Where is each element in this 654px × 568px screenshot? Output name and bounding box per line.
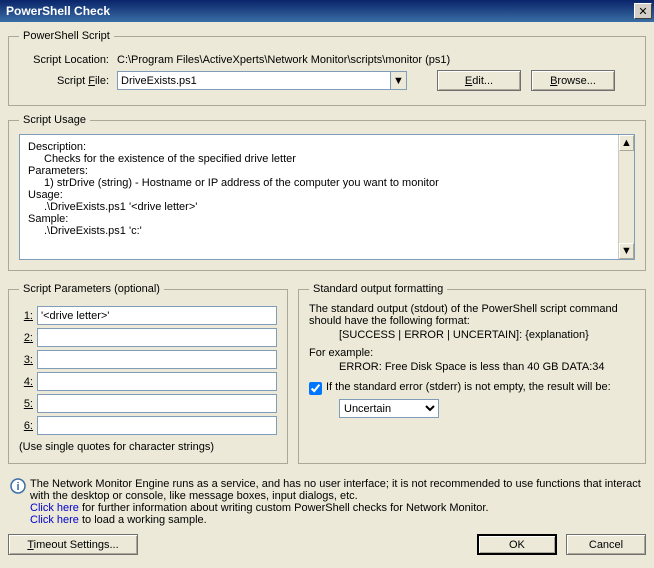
ok-button[interactable]: OK [477, 534, 557, 555]
edit-button[interactable]: Edit... [437, 70, 521, 91]
vertical-scrollbar[interactable]: ▲ ▼ [618, 135, 634, 259]
chevron-down-icon: ▼ [621, 245, 632, 257]
param-3-input[interactable] [37, 350, 277, 369]
param-1-input[interactable] [37, 306, 277, 325]
param-2-input[interactable] [37, 328, 277, 347]
sample-text: .\DriveExists.ps1 'c:' [28, 225, 626, 237]
info-text-3: to load a working sample. [79, 514, 207, 526]
param-6-label: 6: [19, 420, 37, 432]
params-hint: (Use single quotes for character strings… [19, 441, 277, 453]
description-label: Description: [28, 141, 626, 153]
group-legend: Script Usage [19, 114, 90, 126]
stderr-result-select[interactable]: Uncertain [339, 399, 439, 418]
chevron-up-icon: ▲ [621, 137, 632, 149]
window-title: PowerShell Check [6, 4, 110, 18]
close-button[interactable]: ✕ [634, 3, 652, 19]
browse-button[interactable]: Browse... [531, 70, 615, 91]
script-location-label: Script Location: [19, 54, 117, 66]
param-1-label: 1: [19, 310, 37, 322]
svg-text:i: i [16, 481, 19, 493]
stderr-checkbox[interactable] [309, 382, 322, 395]
stdout-example-label: For example: [309, 347, 635, 359]
info-icon: i [10, 478, 30, 497]
info-text-2: for further information about writing cu… [79, 502, 489, 514]
sample-label: Sample: [28, 213, 626, 225]
script-file-input[interactable] [117, 71, 390, 90]
powershell-script-group: PowerShell Script Script Location: C:\Pr… [8, 30, 646, 106]
stdout-format: [SUCCESS | ERROR | UNCERTAIN]: {explanat… [309, 329, 635, 341]
stdout-example: ERROR: Free Disk Space is less than 40 G… [309, 361, 635, 373]
cancel-button[interactable]: Cancel [566, 534, 646, 555]
info-link-1[interactable]: Click here [30, 502, 79, 514]
script-usage-group: Script Usage Description: Checks for the… [8, 114, 646, 271]
script-file-label: Script File: [19, 75, 117, 87]
scroll-down-button[interactable]: ▼ [619, 243, 634, 259]
info-link-2[interactable]: Click here [30, 514, 79, 526]
group-legend: PowerShell Script [19, 30, 114, 42]
group-legend: Script Parameters (optional) [19, 283, 164, 295]
param-4-input[interactable] [37, 372, 277, 391]
group-legend: Standard output formatting [309, 283, 447, 295]
info-section: i The Network Monitor Engine runs as a s… [8, 476, 646, 528]
param-5-label: 5: [19, 398, 37, 410]
usage-text: .\DriveExists.ps1 '<drive letter>' [28, 201, 626, 213]
script-file-combo[interactable]: ▼ [117, 71, 407, 90]
param-3-label: 3: [19, 354, 37, 366]
stdout-formatting-group: Standard output formatting The standard … [298, 283, 646, 464]
param-6-input[interactable] [37, 416, 277, 435]
dropdown-button[interactable]: ▼ [390, 71, 407, 90]
timeout-settings-button[interactable]: Timeout Settings... [8, 534, 138, 555]
description-text: Checks for the existence of the specifie… [28, 153, 626, 165]
script-location-value: C:\Program Files\ActiveXperts\Network Mo… [117, 54, 450, 66]
usage-label: Usage: [28, 189, 626, 201]
info-text-1: The Network Monitor Engine runs as a ser… [30, 478, 641, 502]
parameters-text: 1) strDrive (string) - Hostname or IP ad… [28, 177, 626, 189]
param-4-label: 4: [19, 376, 37, 388]
script-parameters-group: Script Parameters (optional) 1: 2: 3: 4:… [8, 283, 288, 464]
stdout-line1: The standard output (stdout) of the Powe… [309, 303, 635, 327]
close-icon: ✕ [638, 5, 647, 18]
scroll-up-button[interactable]: ▲ [619, 135, 634, 151]
title-bar: PowerShell Check ✕ [0, 0, 654, 22]
usage-text-area: Description: Checks for the existence of… [19, 134, 635, 260]
chevron-down-icon: ▼ [393, 75, 404, 87]
parameters-label: Parameters: [28, 165, 626, 177]
param-2-label: 2: [19, 332, 37, 344]
stderr-checkbox-label: If the standard error (stderr) is not em… [326, 381, 611, 393]
param-5-input[interactable] [37, 394, 277, 413]
